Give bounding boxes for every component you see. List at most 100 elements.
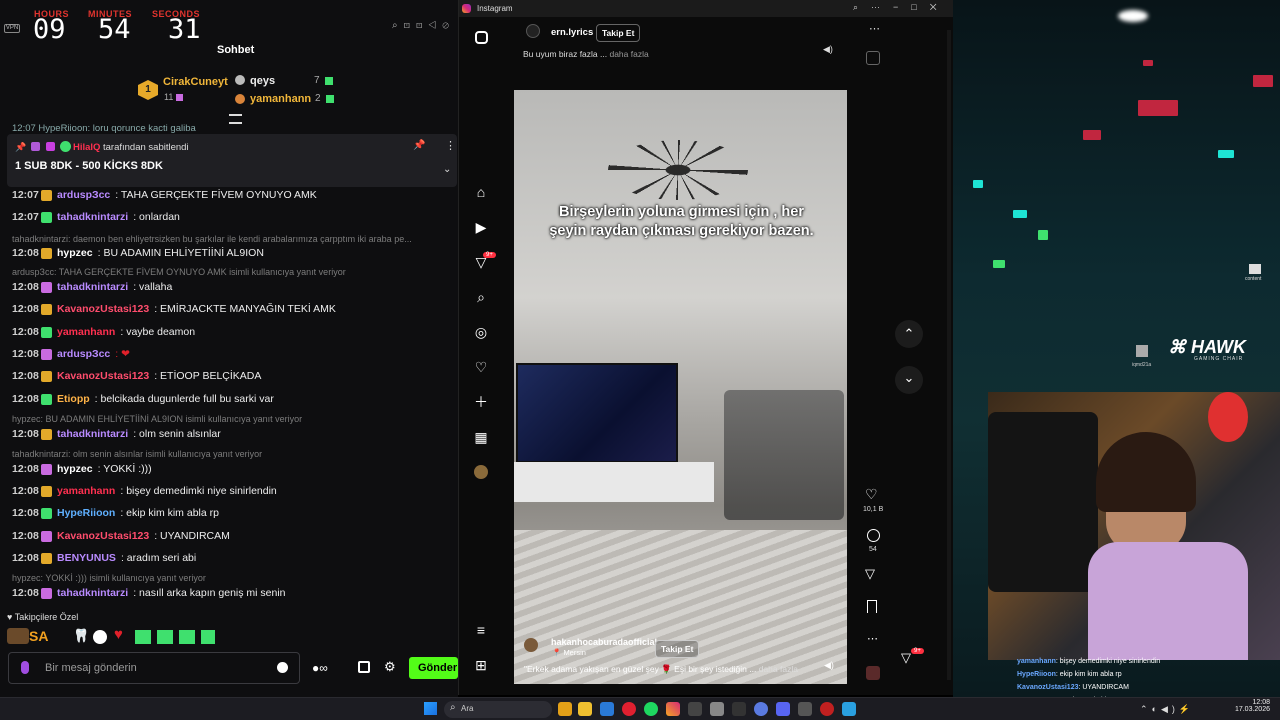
share-icon[interactable]: ▽	[865, 566, 875, 582]
chat-panel: HOURS MINUTES SECONDS 09 54 31 VPN ⌕⊡⊡◁⊘…	[0, 0, 458, 700]
system-tray-icons[interactable]: ⌃◐◀)⚡	[1140, 704, 1194, 715]
taskbar-search[interactable]: ⌕ Ara	[444, 701, 552, 718]
message-username[interactable]: KavanozUstasi123	[57, 303, 149, 315]
emote-sa[interactable]: SA	[29, 628, 48, 644]
store-icon[interactable]	[600, 702, 614, 716]
overlay-chat-line: HypeRiioon: ekip kim kim abla rp	[1017, 668, 1280, 681]
penguin-emote-icon[interactable]	[93, 630, 107, 644]
bottom-account-name[interactable]: hakanhocaburadaofficial	[551, 637, 657, 647]
message-username[interactable]: Etiopp	[57, 393, 90, 405]
apps-grid-icon[interactable]: ⊞	[473, 657, 489, 673]
message-username[interactable]: yamanhann	[57, 326, 115, 338]
chevron-down-icon[interactable]: ⌄	[443, 164, 451, 175]
top-follow-button[interactable]: Takip Et	[596, 24, 641, 42]
bottom-follow-button[interactable]: Takip Et	[655, 640, 700, 658]
save-bookmark-icon[interactable]	[867, 600, 877, 613]
message-username[interactable]: tahadknintarzi	[57, 428, 128, 440]
obs-icon[interactable]	[820, 702, 834, 716]
audio-thumbnail[interactable]	[866, 51, 880, 65]
previous-reel-button[interactable]: ⌃	[895, 320, 923, 348]
pinned-message[interactable]: 📌 HilalQ tarafından sabitlendi 1 SUB 8DK…	[7, 134, 457, 187]
pinned-by-user[interactable]: HilalQ	[73, 142, 100, 153]
emote-icon[interactable]	[7, 628, 29, 644]
profile-avatar[interactable]	[474, 465, 488, 479]
messages-icon[interactable]: ▽	[901, 650, 911, 666]
window-title: Instagram	[477, 4, 513, 13]
message-username[interactable]: KavanozUstasi123	[57, 370, 149, 382]
opera-icon[interactable]	[622, 702, 636, 716]
account-avatar[interactable]	[526, 24, 540, 38]
reels-icon[interactable]: ▶	[473, 219, 489, 235]
vpn-icon[interactable]: VPN	[4, 24, 20, 33]
message-username[interactable]: KavanozUstasi123	[57, 530, 149, 542]
message-username[interactable]: tahadknintarzi	[57, 281, 128, 293]
verified-badge-icon	[60, 141, 71, 152]
scrollbar[interactable]	[947, 30, 951, 680]
top-account-name[interactable]: ern.lyrics	[551, 27, 593, 38]
window-controls[interactable]: ⌕⋯−□✕	[853, 2, 950, 13]
app-icon[interactable]	[688, 702, 702, 716]
message-username[interactable]: hypzec	[57, 247, 93, 259]
message-username[interactable]: HypeRiioon	[57, 507, 115, 519]
emoji-icon[interactable]	[277, 662, 288, 673]
settings-gear-icon[interactable]: ⚙	[384, 659, 396, 675]
leader-1-name[interactable]: CirakCuneyt	[163, 76, 228, 88]
reply-context[interactable]: hypzec: BU ADAMIN EHLİYETİİNİ AL9ION isi…	[12, 414, 302, 424]
reply-context[interactable]: arduspЗcc: TAHA GERÇEKTE FİVEM OYNUYO AM…	[12, 267, 346, 277]
expand-leaderboard-icon[interactable]	[229, 114, 242, 124]
menu-icon[interactable]: ≡	[473, 622, 489, 638]
discord-icon[interactable]	[776, 702, 790, 716]
home-icon[interactable]: ⌂	[473, 184, 489, 200]
spotify-icon[interactable]	[644, 702, 658, 716]
app-icon[interactable]	[732, 702, 746, 716]
message-username[interactable]: tahadknintarzi	[57, 211, 128, 223]
like-heart-icon[interactable]: ♡	[865, 486, 878, 503]
steam-icon[interactable]	[710, 702, 724, 716]
chat-input[interactable]: Bir mesaj gönderin	[8, 652, 300, 684]
create-icon[interactable]: ＋	[473, 394, 489, 410]
notifications-heart-icon[interactable]: ♡	[473, 359, 489, 375]
message-username[interactable]: arduspЗcc	[57, 348, 110, 360]
app-icon[interactable]	[754, 702, 768, 716]
instagram-icon[interactable]	[475, 31, 488, 44]
file-explorer-icon[interactable]	[578, 702, 592, 716]
explore-icon[interactable]: ◎	[473, 324, 489, 340]
user-badge-icon	[41, 247, 52, 259]
mute-icon[interactable]: ◀)	[824, 660, 834, 671]
unpin-icon[interactable]: 📌	[413, 140, 425, 151]
clock[interactable]: 12:08 17.03.2026	[1225, 699, 1270, 713]
green-emotes-icon[interactable]	[135, 630, 215, 644]
store-icon[interactable]	[358, 661, 370, 673]
comment-icon[interactable]	[867, 529, 880, 542]
bottom-account-avatar[interactable]	[524, 638, 538, 652]
audio-icon[interactable]	[866, 666, 880, 680]
app-icon[interactable]	[798, 702, 812, 716]
heart-emote-icon[interactable]: ♥	[114, 626, 123, 643]
leader-3-name[interactable]: yamanhann	[250, 93, 311, 105]
dashboard-icon[interactable]: ▦	[473, 429, 489, 445]
more-icon[interactable]: ⋯	[867, 632, 878, 645]
message-username[interactable]: arduspЗcc	[57, 189, 110, 201]
message-username[interactable]: BENYUNUS	[57, 552, 116, 564]
more-icon[interactable]: ⋮	[445, 139, 456, 152]
instagram-icon[interactable]	[666, 702, 680, 716]
reply-context[interactable]: tahadknintarzi: olm senin alsınlar isiml…	[12, 449, 262, 459]
message-username[interactable]: yamanhann	[57, 485, 115, 497]
users-icon[interactable]: ●∞	[312, 661, 328, 675]
send-button[interactable]: Gönder	[409, 657, 458, 679]
search-icon[interactable]: ⌕	[473, 289, 489, 305]
volume-icon[interactable]: ◀)	[823, 44, 833, 55]
reply-context[interactable]: hypzec: YOKKİ :))) isimli kullanıcıya ya…	[12, 573, 206, 583]
reply-context[interactable]: tahadknintarzi: daemon ben ehliyetrsizke…	[12, 234, 412, 244]
leader-2-name[interactable]: qeys	[250, 75, 275, 87]
start-icon[interactable]	[424, 702, 437, 715]
message-username[interactable]: tahadknintarzi	[57, 587, 128, 599]
more-options-icon[interactable]: ⋯	[869, 22, 880, 35]
browser-toolbar-icons[interactable]: ⌕⊡⊡◁⊘	[392, 20, 455, 31]
telegram-icon[interactable]	[842, 702, 856, 716]
reel-video[interactable]: Birşeylerin yoluna girmesi için , her şe…	[514, 90, 847, 684]
copilot-icon[interactable]	[558, 702, 572, 716]
tooth-emote-icon[interactable]: 🦷	[73, 628, 89, 644]
next-reel-button[interactable]: ⌄	[895, 366, 923, 394]
message-username[interactable]: hypzec	[57, 463, 93, 475]
